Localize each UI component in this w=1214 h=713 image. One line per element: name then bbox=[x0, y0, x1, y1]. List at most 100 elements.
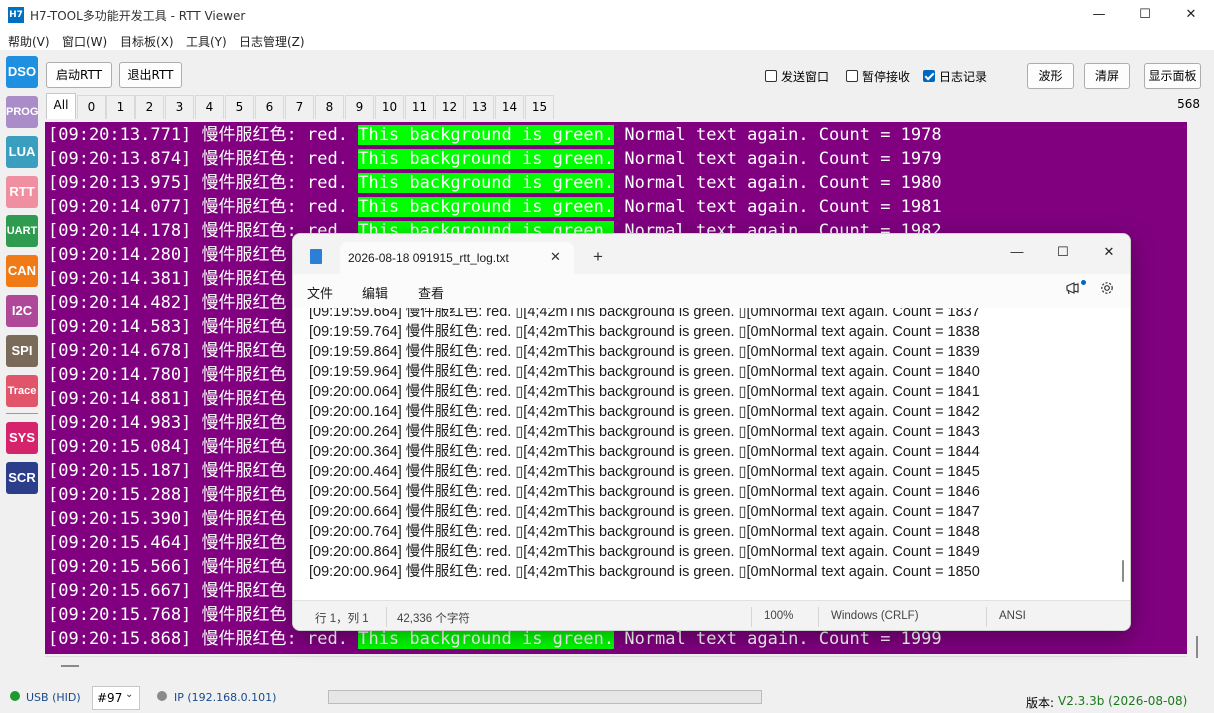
new-tab-icon[interactable]: + bbox=[593, 247, 603, 267]
terminal-timestamp: [09:20:14.983] bbox=[48, 413, 192, 433]
pause-receive-check-box[interactable] bbox=[846, 70, 858, 82]
terminal-red-text: 慢件服红色 bbox=[201, 437, 287, 457]
sidebar-divider bbox=[6, 413, 38, 414]
tab-channel-12[interactable]: 12 bbox=[435, 95, 464, 119]
close-tab-icon[interactable]: ✕ bbox=[550, 249, 561, 265]
terminal-line: [09:20:13.771] 慢件服红色: red. This backgrou… bbox=[48, 123, 942, 147]
tab-channel-7[interactable]: 7 bbox=[285, 95, 314, 119]
menu-help[interactable]: 帮助(V) bbox=[8, 33, 50, 50]
char-count: 42,336 个字符 bbox=[397, 613, 470, 625]
sidebar-item-sys[interactable]: SYS bbox=[6, 422, 38, 454]
exit-rtt-button[interactable]: 退出RTT bbox=[119, 62, 182, 88]
tab-channel-13[interactable]: 13 bbox=[465, 95, 494, 119]
chevron-down-icon[interactable]: ⌄ bbox=[125, 689, 133, 700]
terminal-normal-text: Normal text again. Count = 1981 bbox=[624, 197, 942, 217]
notepad-minimize-button[interactable]: — bbox=[994, 238, 1040, 266]
maximize-button[interactable]: ☐ bbox=[1122, 0, 1168, 30]
cursor-position: 行 1，列 1 bbox=[315, 613, 369, 625]
menu-target-board[interactable]: 目标板(X) bbox=[120, 33, 174, 50]
send-window-label: 发送窗口 bbox=[781, 70, 830, 84]
tab-channel-4[interactable]: 4 bbox=[195, 95, 224, 119]
sidebar-item-prog[interactable]: PROG bbox=[6, 96, 38, 128]
zoom-level[interactable]: 100% bbox=[764, 610, 793, 622]
ip-status-dot bbox=[157, 691, 167, 701]
waveform-button[interactable]: 波形 bbox=[1027, 63, 1074, 89]
notepad-menu-file[interactable]: 文件 bbox=[307, 283, 333, 302]
clear-button[interactable]: 清屏 bbox=[1084, 63, 1130, 89]
pause-receive-label: 暂停接收 bbox=[862, 70, 911, 84]
menu-window[interactable]: 窗口(W) bbox=[62, 33, 107, 50]
sidebar-item-uart[interactable]: UART bbox=[6, 215, 38, 247]
terminal-horizontal-scrollbar[interactable] bbox=[45, 656, 1187, 678]
tab-all[interactable]: All bbox=[46, 93, 76, 119]
tab-channel-1[interactable]: 1 bbox=[106, 95, 135, 119]
minimize-button[interactable]: — bbox=[1076, 0, 1122, 30]
tab-channel-11[interactable]: 11 bbox=[405, 95, 434, 119]
terminal-red-text: 慢件服红色 bbox=[201, 269, 287, 289]
notepad-menu-edit[interactable]: 编辑 bbox=[362, 283, 388, 302]
notepad-menu-view[interactable]: 查看 bbox=[418, 283, 444, 302]
megaphone-icon[interactable] bbox=[1065, 281, 1081, 298]
start-rtt-button[interactable]: 启动RTT bbox=[46, 62, 112, 88]
menu-tools[interactable]: 工具(Y) bbox=[186, 33, 227, 50]
tab-channel-0[interactable]: 0 bbox=[77, 95, 106, 119]
usb-status-label[interactable]: USB (HID) bbox=[26, 691, 81, 704]
notepad-text-line: [09:20:00.164] 慢件服红色: red. ▯[4;42mThis b… bbox=[309, 404, 980, 420]
gear-icon[interactable] bbox=[1099, 280, 1115, 300]
file-encoding[interactable]: ANSI bbox=[999, 610, 1026, 622]
tab-channel-8[interactable]: 8 bbox=[315, 95, 344, 119]
notepad-maximize-button[interactable]: ☐ bbox=[1040, 238, 1086, 266]
notepad-close-button[interactable]: ✕ bbox=[1086, 238, 1130, 266]
terminal-timestamp: [09:20:14.178] bbox=[48, 221, 192, 241]
terminal-timestamp: [09:20:14.881] bbox=[48, 389, 192, 409]
tab-channel-2[interactable]: 2 bbox=[135, 95, 164, 119]
terminal-green-text: This background is green. bbox=[358, 149, 615, 169]
log-record-checkbox[interactable]: 日志记录 bbox=[923, 68, 993, 84]
tab-channel-5[interactable]: 5 bbox=[225, 95, 254, 119]
terminal-line: [09:20:14.077] 慢件服红色: red. This backgrou… bbox=[48, 195, 942, 219]
notepad-text-area[interactable]: [09:19:59.664] 慢件服红色: red. ▯[4;42mThis b… bbox=[293, 308, 1130, 600]
send-window-check-box[interactable] bbox=[765, 70, 777, 82]
terminal-line: [09:20:14.678] 慢件服红色 bbox=[48, 339, 287, 363]
tab-channel-3[interactable]: 3 bbox=[165, 95, 194, 119]
terminal-vertical-scroll-thumb[interactable] bbox=[1196, 636, 1198, 658]
sidebar-item-rtt[interactable]: RTT bbox=[6, 176, 38, 208]
terminal-horizontal-scroll-thumb[interactable] bbox=[61, 665, 79, 667]
version-label: 版本: bbox=[1026, 696, 1055, 710]
status-separator bbox=[818, 607, 819, 627]
notepad-text-line: [09:20:00.264] 慢件服红色: red. ▯[4;42mThis b… bbox=[309, 424, 980, 440]
pause-receive-checkbox[interactable]: 暂停接收 bbox=[846, 68, 916, 84]
sidebar-item-trace[interactable]: Trace bbox=[6, 375, 38, 407]
title-bar: H7 H7-TOOL多功能开发工具 - RTT Viewer — ☐ ✕ bbox=[0, 0, 1214, 30]
notepad-text-line: [09:19:59.864] 慢件服红色: red. ▯[4;42mThis b… bbox=[309, 344, 980, 360]
tab-channel-10[interactable]: 10 bbox=[375, 95, 404, 119]
close-button[interactable]: ✕ bbox=[1168, 0, 1214, 30]
show-panel-button[interactable]: 显示面板 bbox=[1144, 63, 1201, 89]
sidebar-item-lua[interactable]: LUA bbox=[6, 136, 38, 168]
sidebar-item-i2c[interactable]: I2C bbox=[6, 295, 38, 327]
sidebar-item-can[interactable]: CAN bbox=[6, 255, 38, 287]
terminal-vertical-scrollbar[interactable] bbox=[1187, 122, 1201, 654]
terminal-line: [09:20:13.975] 慢件服红色: red. This backgrou… bbox=[48, 171, 942, 195]
ip-status-label[interactable]: IP (192.168.0.101) bbox=[174, 691, 276, 704]
sidebar-item-spi[interactable]: SPI bbox=[6, 335, 38, 367]
tab-channel-6[interactable]: 6 bbox=[255, 95, 284, 119]
terminal-timestamp: [09:20:15.084] bbox=[48, 437, 192, 457]
window-title: H7-TOOL多功能开发工具 - RTT Viewer bbox=[30, 9, 246, 23]
menu-log-manage[interactable]: 日志管理(Z) bbox=[239, 33, 305, 50]
menu-bar: 帮助(V) 窗口(W) 目标板(X) 工具(Y) 日志管理(Z) bbox=[0, 30, 1214, 50]
notepad-tab[interactable]: 2026-08-18 091915_rtt_log.txt ✕ bbox=[340, 242, 574, 275]
line-ending[interactable]: Windows (CRLF) bbox=[831, 610, 919, 622]
tab-channel-15[interactable]: 15 bbox=[525, 95, 554, 119]
notepad-scroll-thumb[interactable] bbox=[1122, 560, 1124, 582]
log-record-check-box[interactable] bbox=[923, 70, 935, 82]
tab-channel-14[interactable]: 14 bbox=[495, 95, 524, 119]
send-window-checkbox[interactable]: 发送窗口 bbox=[765, 68, 835, 84]
terminal-red-text: 慢件服红色 bbox=[201, 389, 287, 409]
notepad-window[interactable]: 2026-08-18 091915_rtt_log.txt ✕ + — ☐ ✕ … bbox=[292, 233, 1131, 631]
usb-status-dot bbox=[10, 691, 20, 701]
terminal-timestamp: [09:20:15.566] bbox=[48, 557, 192, 577]
sidebar-item-scr[interactable]: SCR bbox=[6, 462, 38, 494]
tab-channel-9[interactable]: 9 bbox=[345, 95, 374, 119]
sidebar-item-dso[interactable]: DSO bbox=[6, 56, 38, 88]
